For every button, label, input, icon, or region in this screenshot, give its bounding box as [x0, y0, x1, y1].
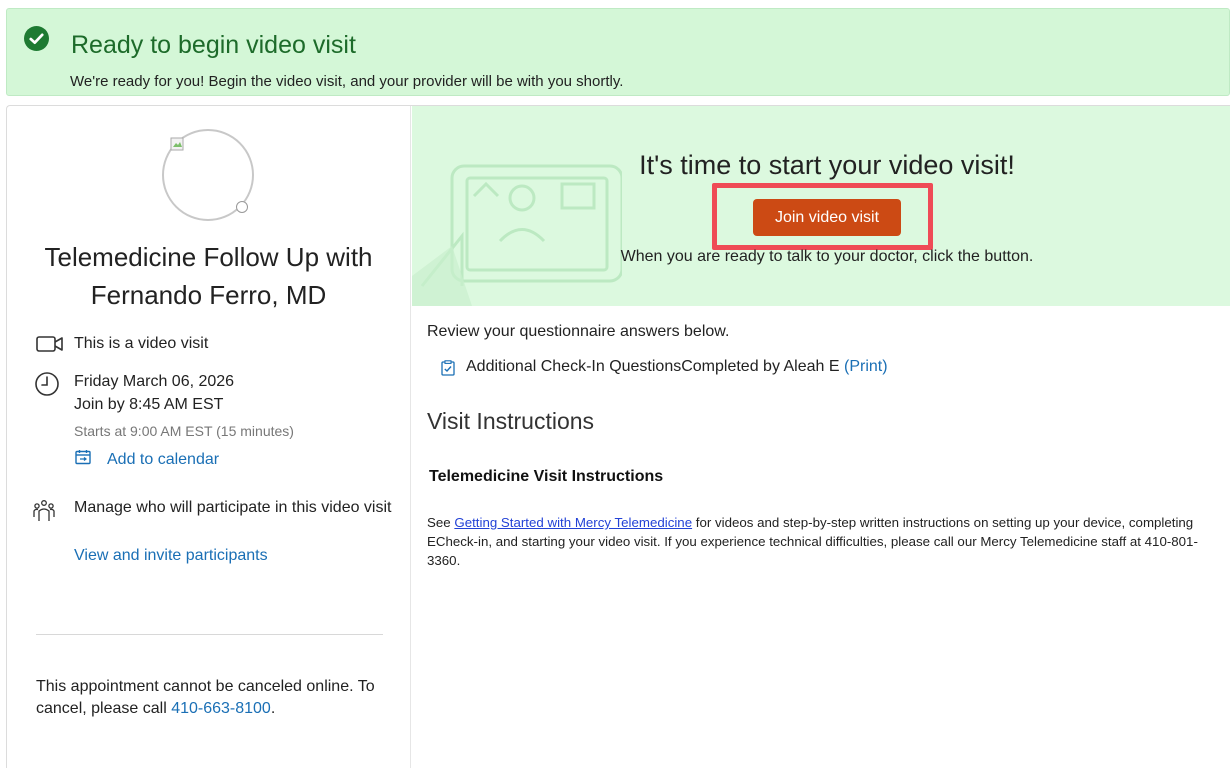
participants-icon	[33, 500, 55, 521]
cancel-notice-end: .	[270, 700, 276, 717]
join-video-visit-button[interactable]: Join video visit	[753, 199, 901, 236]
telemedicine-instructions-body: See Getting Started with Mercy Telemedic…	[427, 513, 1227, 570]
hero-subtitle: When you are ready to talk to your docto…	[620, 248, 1034, 265]
clipboard-check-icon	[441, 360, 455, 376]
start-time: Starts at 9:00 AM EST (15 minutes)	[74, 423, 294, 439]
getting-started-link[interactable]: Getting Started with Mercy Telemedicine	[454, 515, 692, 530]
provider-avatar	[162, 129, 254, 221]
join-visit-hero: It's time to start your video visit! Joi…	[412, 106, 1230, 306]
view-invite-participants-link[interactable]: View and invite participants	[74, 545, 268, 567]
visit-instructions-heading: Visit Instructions	[427, 408, 595, 434]
visit-details-panel: Telemedicine Follow Up with Fernando Fer…	[6, 106, 411, 768]
print-questionnaire-link[interactable]: (Print)	[844, 358, 888, 375]
divider	[36, 634, 383, 635]
join-by-time: Join by 8:45 AM EST	[74, 396, 224, 413]
visit-date: Friday March 06, 2026	[74, 373, 235, 390]
visit-title: Telemedicine Follow Up with Fernando Fer…	[44, 242, 373, 310]
instructions-see: See	[427, 515, 455, 530]
banner-title: Ready to begin video visit	[71, 31, 356, 59]
manage-participants-text: Manage who will participate in this vide…	[74, 499, 392, 516]
questionnaire-item: Additional Check-In QuestionsCompleted b…	[466, 358, 888, 376]
telemedicine-instructions-subheading: Telemedicine Visit Instructions	[429, 468, 664, 485]
video-visit-label: This is a video visit	[74, 335, 209, 352]
hero-title: It's time to start your video visit!	[639, 150, 1015, 180]
banner-text: We're ready for you! Begin the video vis…	[70, 73, 624, 90]
status-banner: Ready to begin video visit We're ready f…	[6, 8, 1230, 96]
questionnaire-item-label: Additional Check-In QuestionsCompleted b…	[466, 358, 840, 375]
cancel-notice: This appointment cannot be canceled onli…	[36, 676, 396, 720]
avatar-badge-icon	[236, 201, 248, 213]
add-to-calendar-link[interactable]: Add to calendar	[107, 449, 219, 471]
questionnaire-review-text: Review your questionnaire answers below.	[427, 323, 730, 340]
broken-image-icon	[170, 137, 184, 151]
cancel-phone-link[interactable]: 410-663-8100	[171, 700, 271, 717]
check-circle-icon	[24, 26, 49, 51]
clock-icon	[35, 372, 59, 396]
video-camera-icon	[36, 336, 63, 352]
calendar-icon[interactable]	[75, 449, 91, 465]
